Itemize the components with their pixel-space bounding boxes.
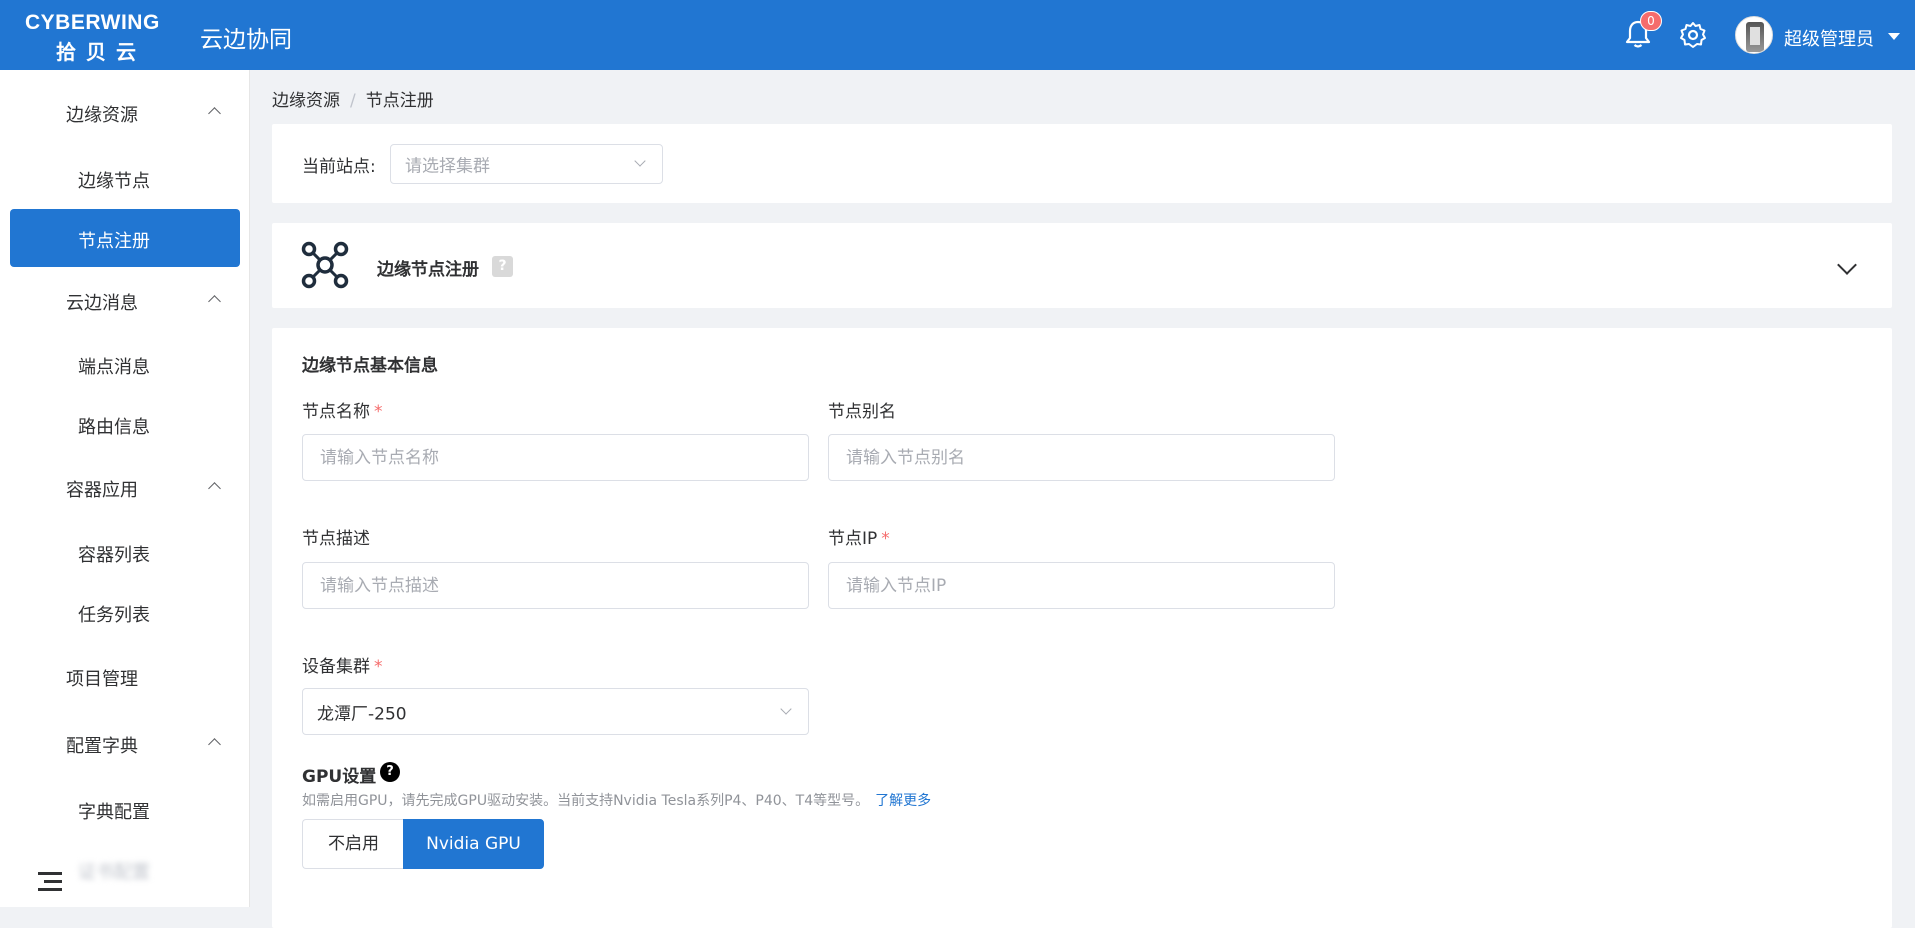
sidebar-item-dictionary-config[interactable]: 字典配置 [10, 780, 240, 838]
cluster-label: 设备集群 * [302, 657, 383, 677]
node-alias-input[interactable] [828, 434, 1335, 481]
sidebar-group-label: 云边消息 [66, 293, 138, 314]
sidebar-group-label: 项目管理 [66, 669, 138, 690]
breadcrumb-item[interactable]: 边缘资源 [272, 91, 340, 111]
sidebar-item-label: 容器列表 [78, 545, 150, 566]
cluster-select-value: 龙潭厂-250 [317, 704, 407, 724]
sidebar: 边缘资源 边缘节点 节点注册 云边消息 端点消息 路由信息 容器应用 容器列表 … [0, 70, 250, 907]
notification-badge: 0 [1640, 11, 1662, 31]
sidebar-item-label: 端点消息 [78, 357, 150, 378]
sidebar-item-label: 边缘节点 [78, 171, 150, 192]
app-title: 云边协同 [200, 27, 292, 53]
sidebar-item-route-info[interactable]: 路由信息 [10, 395, 240, 453]
registration-title: 边缘节点注册 [377, 260, 479, 280]
breadcrumb-current: 节点注册 [365, 91, 434, 111]
gpu-note: 如需启用GPU，请先完成GPU驱动安装。当前支持Nvidia Tesla系列P4… [302, 790, 931, 810]
cluster-nodes-icon [301, 241, 349, 289]
gpu-option-nvidia[interactable]: Nvidia GPU [403, 819, 544, 869]
chevron-up-icon [208, 107, 221, 120]
logo-line2: 拾贝云 [56, 40, 146, 64]
user-name[interactable]: 超级管理员 [1784, 25, 1874, 51]
gear-icon[interactable] [1679, 21, 1707, 49]
chevron-up-icon [208, 738, 221, 751]
logo-line1: CYBERWING [25, 11, 160, 34]
site-label: 当前站点: [302, 157, 376, 177]
sidebar-group-config-dictionary[interactable]: 配置字典 [0, 724, 250, 764]
chevron-down-icon [634, 155, 646, 167]
sidebar-group-label: 容器应用 [66, 480, 138, 501]
sidebar-group-edge-resources[interactable]: 边缘资源 [0, 93, 250, 133]
gpu-option-disabled[interactable]: 不启用 [302, 819, 404, 869]
breadcrumb: 边缘资源 / 节点注册 [272, 91, 434, 111]
section-title: 边缘节点基本信息 [302, 356, 438, 376]
learn-more-link[interactable]: 了解更多 [875, 793, 931, 809]
sidebar-item-label: 路由信息 [78, 417, 150, 438]
top-header: CYBERWING 拾贝云 云边协同 0 超级管理员 [0, 0, 1915, 70]
chevron-up-icon [208, 295, 221, 308]
registration-card [272, 223, 1892, 308]
sidebar-item-node-register[interactable]: 节点注册 [10, 209, 240, 267]
sidebar-item-container-list[interactable]: 容器列表 [10, 523, 240, 581]
caret-down-icon[interactable] [1888, 33, 1900, 40]
node-ip-label: 节点IP * [828, 529, 890, 549]
sidebar-group-cloud-messages[interactable]: 云边消息 [0, 281, 250, 321]
cluster-select[interactable]: 龙潭厂-250 [302, 688, 809, 735]
help-icon[interactable]: ? [492, 256, 513, 277]
collapse-menu-icon[interactable] [38, 872, 62, 892]
sidebar-group-container-apps[interactable]: 容器应用 [0, 468, 250, 508]
node-desc-label: 节点描述 [302, 529, 370, 549]
sidebar-item-label: 字典配置 [78, 802, 150, 823]
site-select-placeholder: 请选择集群 [405, 156, 490, 177]
site-select[interactable]: 请选择集群 [390, 144, 663, 184]
sidebar-group-label: 边缘资源 [66, 105, 138, 126]
node-ip-input[interactable] [828, 562, 1335, 609]
sidebar-item-endpoint-messages[interactable]: 端点消息 [10, 335, 240, 393]
sidebar-group-label: 配置字典 [66, 736, 138, 757]
sidebar-item-label: 任务列表 [78, 605, 150, 626]
node-name-input[interactable] [302, 434, 809, 481]
sidebar-item-task-list[interactable]: 任务列表 [10, 583, 240, 641]
sidebar-item-edge-nodes[interactable]: 边缘节点 [10, 149, 240, 207]
chevron-down-icon [780, 702, 792, 715]
sidebar-item-label: 节点注册 [78, 231, 150, 252]
node-name-label: 节点名称 * [302, 402, 383, 422]
sidebar-item-label: 证书配置 [78, 862, 150, 883]
cyberwing-logo[interactable]: CYBERWING 拾贝云 [22, 10, 182, 64]
chevron-up-icon [208, 482, 221, 495]
question-circle-icon[interactable]: ? [380, 762, 400, 782]
gpu-note-text: 如需启用GPU，请先完成GPU驱动安装。当前支持Nvidia Tesla系列P4… [302, 793, 870, 809]
node-alias-label: 节点别名 [828, 402, 896, 422]
avatar[interactable] [1735, 16, 1773, 54]
gpu-settings-title: GPU设置 [302, 767, 377, 787]
node-desc-input[interactable] [302, 562, 809, 609]
sidebar-group-project-management[interactable]: 项目管理 [0, 657, 250, 697]
